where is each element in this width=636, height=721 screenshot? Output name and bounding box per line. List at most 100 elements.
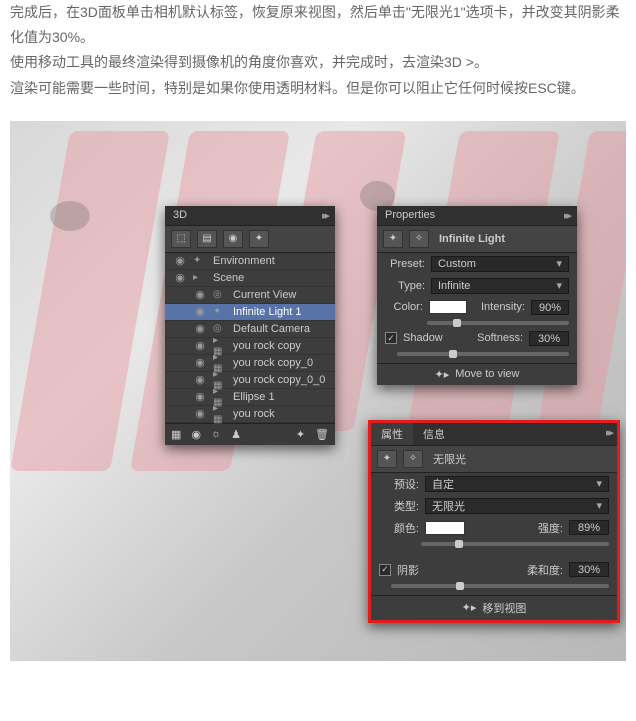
softness-slider-cn[interactable] <box>391 584 609 588</box>
type-value-cn: 无限光 <box>432 498 465 514</box>
move-to-view-button[interactable]: Move to view <box>455 368 519 380</box>
intensity-slider-row-cn <box>371 539 617 549</box>
visibility-icon[interactable]: ◉ <box>193 407 207 420</box>
visibility-icon[interactable]: ◉ <box>173 271 187 284</box>
tree-label: Scene <box>213 272 244 284</box>
tree-default-camera[interactable]: ◉ ◎ Default Camera <box>165 321 335 338</box>
preset-select-cn[interactable]: 自定 <box>425 476 609 492</box>
color-label: Color: <box>385 301 423 313</box>
shadow-checkbox-cn[interactable]: ✓ <box>379 564 391 576</box>
delete-icon[interactable]: 🗑 <box>315 428 329 441</box>
visibility-icon[interactable]: ◉ <box>193 373 207 386</box>
tree-label: Ellipse 1 <box>233 391 275 403</box>
add-icon[interactable]: ✦ <box>296 428 305 441</box>
shadow-checkbox[interactable]: ✓ <box>385 332 397 344</box>
tab-info[interactable]: 信息 <box>413 423 455 445</box>
tree-mesh-you-rock-copy[interactable]: ◉ ▸ ▦ you rock copy <box>165 338 335 355</box>
tree-mesh-ellipse-1[interactable]: ◉ ▸ ▦ Ellipse 1 <box>165 389 335 406</box>
type-label-cn: 类型: <box>379 498 419 514</box>
workspace-3d: 3D ▸▸ ⬚ ▤ ◉ ✦ ◉ ✦ Environment ◉ ▸ Scene … <box>10 121 626 661</box>
color-swatch-cn[interactable] <box>425 521 465 535</box>
preset-select[interactable]: Custom <box>431 256 569 272</box>
tree-label: you rock copy_0 <box>233 357 313 369</box>
color-swatch[interactable] <box>429 300 467 314</box>
properties-en-label: Properties <box>385 209 435 221</box>
mesh-icon: ▸ ▦ <box>213 403 227 425</box>
camera-icon: ◎ <box>213 289 227 300</box>
render-icon[interactable]: ◉ <box>191 428 201 441</box>
environment-icon: ✦ <box>193 255 207 266</box>
visibility-icon[interactable]: ◉ <box>193 288 207 301</box>
light-icon[interactable]: ☼ <box>211 428 221 441</box>
shadow-row: ✓ Shadow Softness: 30% <box>377 328 577 349</box>
intensity-label: Intensity: <box>473 301 525 313</box>
softness-label-cn: 柔和度: <box>527 562 563 578</box>
properties-cn-tabs: 属性 信息 ▸▸ <box>371 423 617 446</box>
shadow-row-cn: ✓ 阴影 柔和度: 30% <box>371 559 617 581</box>
intensity-value-cn[interactable]: 89% <box>569 520 609 535</box>
move-to-view-button-cn[interactable]: 移到视图 <box>482 600 526 616</box>
move-to-view-row-cn: ✦▸ 移到视图 <box>371 595 617 620</box>
color-label-cn: 颜色: <box>379 520 419 536</box>
tree-environment[interactable]: ◉ ✦ Environment <box>165 253 335 270</box>
slider-thumb[interactable] <box>453 319 461 327</box>
type-label: Type: <box>385 280 425 292</box>
color-row-cn: 颜色: 强度: 89% <box>371 517 617 539</box>
scene-tree: ◉ ✦ Environment ◉ ▸ Scene ◉ ◎ Current Vi… <box>165 253 335 423</box>
type-select-cn[interactable]: 无限光 <box>425 498 609 514</box>
type-select[interactable]: Infinite <box>431 278 569 294</box>
move-to-view-icon[interactable]: ✦▸ <box>435 368 450 381</box>
softness-value-cn[interactable]: 30% <box>569 562 609 577</box>
visibility-icon[interactable]: ◉ <box>193 356 207 369</box>
tab-properties[interactable]: 属性 <box>371 423 413 445</box>
tree-current-view[interactable]: ◉ ◎ Current View <box>165 287 335 304</box>
chevron-down-icon <box>556 279 562 292</box>
intensity-slider[interactable] <box>427 321 569 325</box>
light-icon: ✦ <box>213 306 227 317</box>
move-to-view-icon-cn[interactable]: ✦▸ <box>462 601 477 614</box>
softness-label: Softness: <box>477 332 523 344</box>
new-mesh-icon[interactable]: ▦ <box>171 428 181 441</box>
panel-properties-cn[interactable]: 属性 信息 ▸▸ ✦ ✧ 无限光 预设: 自定 类型: 无限光 颜色: <box>368 420 620 623</box>
slider-thumb[interactable] <box>456 582 464 590</box>
panel-collapse-icon[interactable]: ▸▸ <box>322 209 327 222</box>
tree-mesh-you-rock-copy-0[interactable]: ◉ ▸ ▦ you rock copy_0 <box>165 355 335 372</box>
visibility-icon[interactable]: ◉ <box>193 390 207 403</box>
tree-scene[interactable]: ◉ ▸ Scene <box>165 270 335 287</box>
slider-thumb[interactable] <box>455 540 463 548</box>
shadow-label: Shadow <box>403 332 443 344</box>
paragraph-3: 渲染可能需要一些时间，特别是如果你使用透明材料。但是你可以阻止它任何时候按ESC… <box>10 76 626 101</box>
visibility-icon[interactable]: ◉ <box>193 322 207 335</box>
properties-cn-heading: 无限光 <box>433 451 466 467</box>
filter-material-icon[interactable]: ◉ <box>223 230 243 248</box>
infinite-light-icon: ✦ <box>383 230 403 248</box>
type-value: Infinite <box>438 280 470 292</box>
paragraph-2: 使用移动工具的最终渲染得到摄像机的角度你喜欢，并完成时，去渲染3D >。 <box>10 50 626 75</box>
filter-scene-icon[interactable]: ⬚ <box>171 230 191 248</box>
softness-value[interactable]: 30% <box>529 331 569 346</box>
color-row: Color: Intensity: 90% <box>377 297 577 318</box>
slider-thumb[interactable] <box>449 350 457 358</box>
panel-collapse-icon[interactable]: ▸▸ <box>600 423 617 445</box>
panel-3d[interactable]: 3D ▸▸ ⬚ ▤ ◉ ✦ ◉ ✦ Environment ◉ ▸ Scene … <box>165 206 335 445</box>
user-icon[interactable]: ♟ <box>231 428 241 441</box>
tree-mesh-you-rock[interactable]: ◉ ▸ ▦ you rock <box>165 406 335 423</box>
tree-label: Default Camera <box>233 323 310 335</box>
tree-label: you rock <box>233 408 275 420</box>
scene-icon: ▸ <box>193 272 207 283</box>
filter-mesh-icon[interactable]: ▤ <box>197 230 217 248</box>
filter-light-icon[interactable]: ✦ <box>249 230 269 248</box>
chevron-down-icon <box>596 499 602 512</box>
panel-properties-en[interactable]: Properties ▸▸ ✦ ✧ Infinite Light Preset:… <box>377 206 577 385</box>
tree-label: you rock copy_0_0 <box>233 374 325 386</box>
visibility-icon[interactable]: ◉ <box>193 305 207 318</box>
intensity-slider-cn[interactable] <box>421 542 609 546</box>
visibility-icon[interactable]: ◉ <box>193 339 207 352</box>
tree-infinite-light-1[interactable]: ◉ ✦ Infinite Light 1 <box>165 304 335 321</box>
tree-mesh-you-rock-copy-0-0[interactable]: ◉ ▸ ▦ you rock copy_0_0 <box>165 372 335 389</box>
intensity-value[interactable]: 90% <box>531 300 569 315</box>
panel-collapse-icon[interactable]: ▸▸ <box>564 209 569 222</box>
softness-slider[interactable] <box>397 352 569 356</box>
visibility-icon[interactable]: ◉ <box>173 254 187 267</box>
tree-label: you rock copy <box>233 340 301 352</box>
